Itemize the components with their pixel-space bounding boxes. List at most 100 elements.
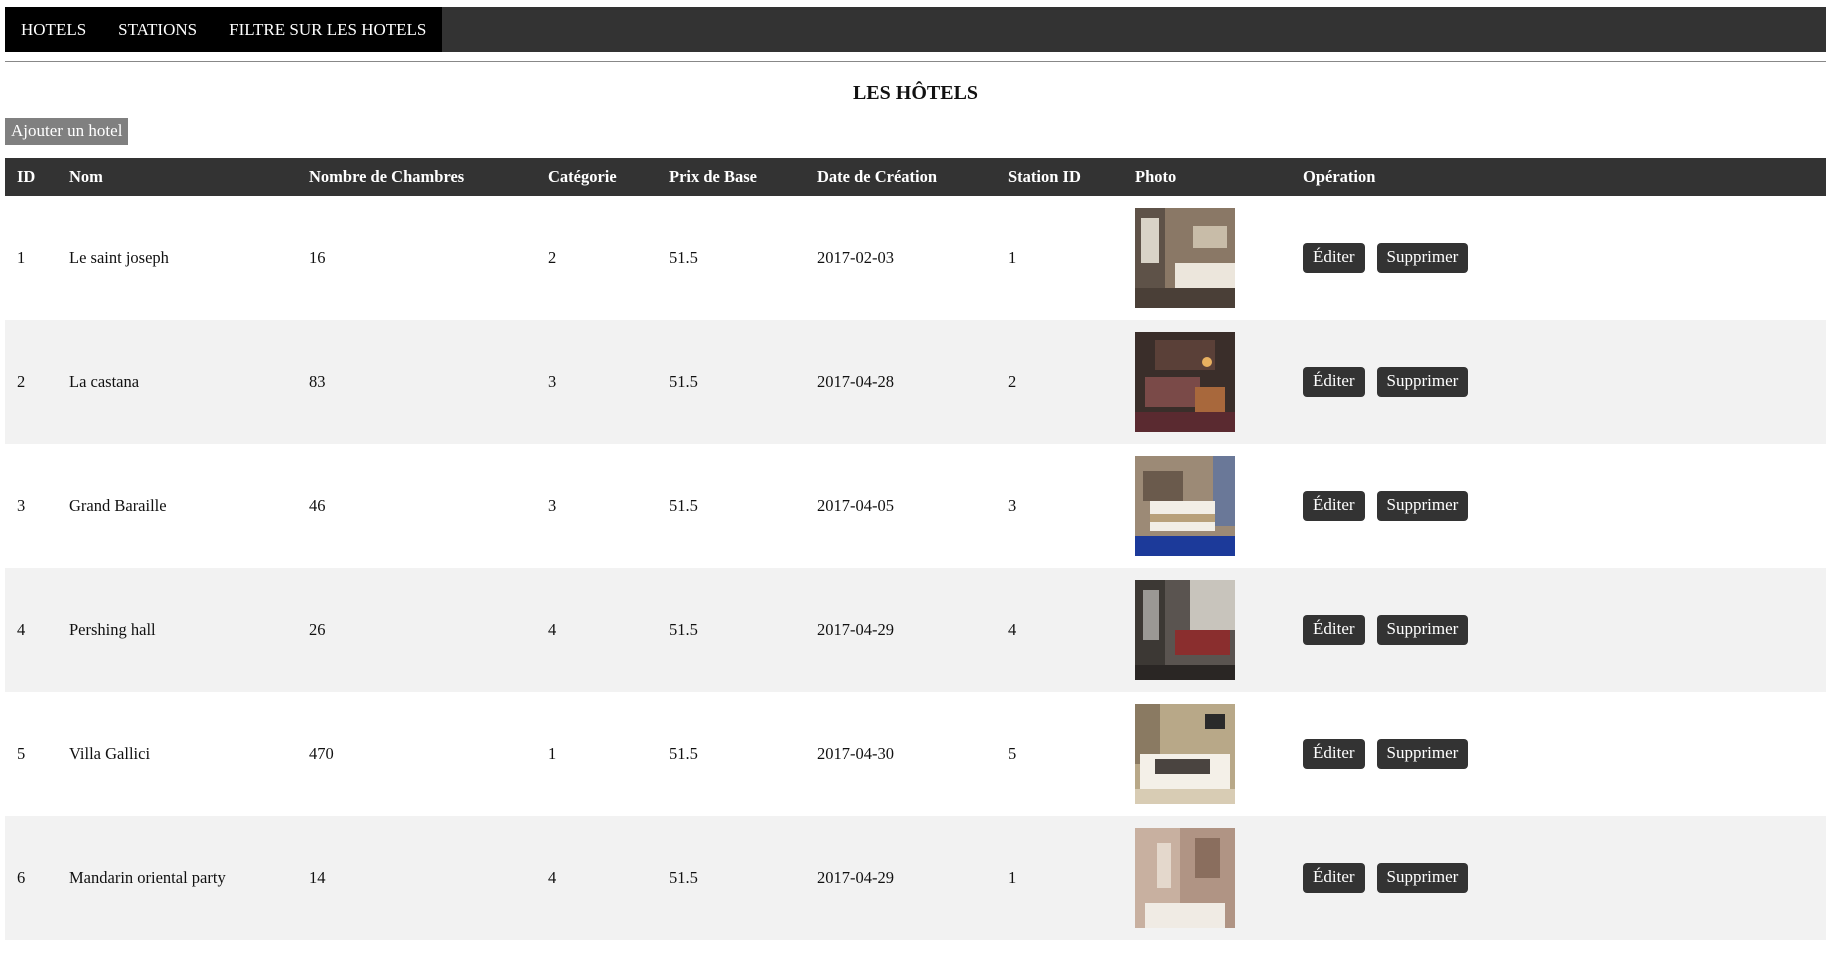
cell-station: 2 <box>1008 372 1017 391</box>
column-header-id: ID <box>17 167 36 186</box>
cell-operations: Éditer Supprimer <box>1291 816 1826 940</box>
cell-chambres: 470 <box>309 744 334 763</box>
column-header-operation: Opération <box>1303 167 1376 186</box>
edit-button[interactable]: Éditer <box>1303 863 1365 893</box>
cell-nom: Le saint joseph <box>69 248 169 267</box>
table-row: 4 Pershing hall 26 4 51.5 2017-04-29 4 É… <box>5 568 1826 692</box>
edit-button[interactable]: Éditer <box>1303 367 1365 397</box>
table-body: 1 Le saint joseph 1 6 2 51.5 2017-02-03 1 <box>5 196 1826 940</box>
cell-prix: 51.5 <box>669 496 698 515</box>
cell-prix: 51.5 <box>669 248 698 267</box>
table-header-row: ID Nom Nombre de Chambres Catégorie Prix… <box>5 158 1826 196</box>
operation-buttons: Éditer Supprimer <box>1303 863 1814 893</box>
cell-photo <box>1123 196 1291 320</box>
cell-photo <box>1123 568 1291 692</box>
table-row: 1 Le saint joseph 16 2 51.5 2017-02-03 1 <box>5 196 1826 320</box>
delete-button[interactable]: Supprimer <box>1376 615 1469 645</box>
cell-operations: Éditer Supprimer <box>1291 444 1826 568</box>
cell-station: 5 <box>1008 744 1017 763</box>
cell-id: 5 <box>17 744 26 763</box>
table-row: 5 Villa Gallici 470 1 51.5 2017-04-30 5 <box>5 692 1826 816</box>
cell-operations: Éditer Supprimer <box>1291 196 1826 320</box>
hotels-table: ID Nom Nombre de Chambres Catégorie Prix… <box>5 158 1826 940</box>
cell-date: 2017-04-05 <box>817 496 894 515</box>
delete-button[interactable]: Supprimer <box>1376 367 1469 397</box>
cell-prix: 51.5 <box>669 372 698 391</box>
cell-id: 6 <box>17 868 26 887</box>
cell-station: 4 <box>1008 620 1017 639</box>
column-header-prix: Prix de Base <box>669 167 757 186</box>
cell-chambres: 26 <box>309 620 326 639</box>
nav-item-hotels[interactable]: HOTELS <box>5 7 103 52</box>
cell-id: 2 <box>17 372 26 391</box>
cell-nom: Grand Baraille <box>69 496 167 515</box>
cell-id: 1 <box>17 248 26 267</box>
table-header: ID Nom Nombre de Chambres Catégorie Prix… <box>5 158 1826 196</box>
cell-date: 2017-04-30 <box>817 744 894 763</box>
table-row: 3 Grand Baraille 46 3 51.5 2017-04-05 3 <box>5 444 1826 568</box>
cell-date: 2017-02-03 <box>817 248 894 267</box>
cell-photo <box>1123 692 1291 816</box>
cell-chambres: 46 <box>309 496 326 515</box>
cell-nom: La castana <box>69 372 140 391</box>
delete-button[interactable]: Supprimer <box>1376 863 1469 893</box>
page: HOTELS STATIONS FILTRE SUR LES HOTELS LE… <box>0 0 1831 940</box>
cell-categorie: 1 <box>548 744 557 763</box>
table-row: 2 La castana 83 3 51.5 2017-04-28 2 Édit… <box>5 320 1826 444</box>
cell-operations: Éditer Supprimer <box>1291 320 1826 444</box>
column-header-chambres: Nombre de Chambres <box>309 167 465 186</box>
hotel-room-photo <box>1135 704 1235 804</box>
column-header-photo: Photo <box>1135 167 1177 186</box>
hotel-room-photo <box>1135 580 1235 680</box>
nav-item-stations[interactable]: STATIONS <box>102 7 214 52</box>
cell-date: 2017-04-28 <box>817 372 894 391</box>
cell-categorie: 3 <box>548 496 557 515</box>
operation-buttons: Éditer Supprimer <box>1303 367 1814 397</box>
cell-date: 2017-04-29 <box>817 868 894 887</box>
cell-operations: Éditer Supprimer <box>1291 568 1826 692</box>
cell-nom: Pershing hall <box>69 620 156 639</box>
cell-station: 1 <box>1008 248 1017 267</box>
delete-button[interactable]: Supprimer <box>1376 739 1469 769</box>
hotel-room-photo <box>1135 828 1235 928</box>
column-header-nom: Nom <box>69 167 103 186</box>
cell-categorie: 2 <box>548 248 557 267</box>
column-header-station: Station ID <box>1008 167 1081 186</box>
cell-categorie: 4 <box>548 620 557 639</box>
column-header-date: Date de Création <box>817 167 938 186</box>
cell-categorie: 3 <box>548 372 557 391</box>
operation-buttons: Éditer Supprimer <box>1303 243 1814 273</box>
cell-nom: Villa Gallici <box>69 744 151 763</box>
cell-prix: 51.5 <box>669 868 698 887</box>
cell-categorie: 4 <box>548 868 557 887</box>
operation-buttons: Éditer Supprimer <box>1303 491 1814 521</box>
delete-button[interactable]: Supprimer <box>1376 491 1469 521</box>
cell-nom: Mandarin oriental party <box>69 868 226 887</box>
cell-prix: 51.5 <box>669 744 698 763</box>
cell-photo <box>1123 320 1291 444</box>
page-title: LES HÔTELS <box>852 82 979 104</box>
edit-button[interactable]: Éditer <box>1303 739 1365 769</box>
cell-prix: 51.5 <box>669 620 698 639</box>
cell-chambres: 14 <box>309 868 326 887</box>
nav-item-filtre-hotels[interactable]: FILTRE SUR LES HOTELS <box>213 7 443 52</box>
edit-button[interactable]: Éditer <box>1303 615 1365 645</box>
operation-buttons: Éditer Supprimer <box>1303 615 1814 645</box>
cell-station: 1 <box>1008 868 1017 887</box>
cell-chambres: 83 <box>309 372 326 391</box>
cell-operations: Éditer Supprimer <box>1291 692 1826 816</box>
add-hotel-button[interactable]: Ajouter un hotel <box>5 118 129 145</box>
top-navbar: HOTELS STATIONS FILTRE SUR LES HOTELS <box>5 7 1826 52</box>
edit-button[interactable]: Éditer <box>1303 243 1365 273</box>
cell-photo <box>1123 816 1291 940</box>
edit-button[interactable]: Éditer <box>1303 491 1365 521</box>
divider <box>5 61 1826 62</box>
nav-group: HOTELS STATIONS FILTRE SUR LES HOTELS <box>5 7 443 52</box>
hotel-room-photo <box>1135 208 1235 308</box>
table-row: 6 Mandarin oriental party 14 4 51.5 2017… <box>5 816 1826 940</box>
cell-id: 3 <box>17 496 26 515</box>
delete-button[interactable]: Supprimer <box>1376 243 1469 273</box>
column-header-categorie: Catégorie <box>548 167 617 186</box>
cell-station: 3 <box>1008 496 1017 515</box>
cell-photo <box>1123 444 1291 568</box>
